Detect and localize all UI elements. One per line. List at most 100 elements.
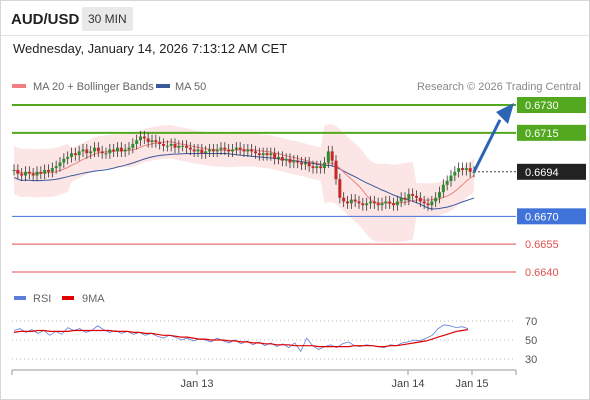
candle-body [296,160,300,163]
level-label-0.6670: 0.6670 [525,211,559,223]
candle-body [338,179,342,198]
candle-body [188,147,192,150]
candle-body [127,147,131,150]
candle-body [395,201,399,206]
candle-body [315,166,319,169]
candle-body [204,151,208,154]
candle-body [353,199,357,202]
candle-body [139,136,142,141]
candle-body [326,151,330,163]
candle-body [330,151,334,161]
candle-body [131,143,135,148]
candle-body [173,143,177,148]
candle-body [50,168,54,172]
rsi-legend-label: RSI [33,293,51,305]
candle-body [242,149,246,152]
candle-body [342,197,346,202]
candle-body [119,147,123,152]
ma9-legend-swatch [62,296,74,300]
candle-body [24,171,27,176]
candle-body [273,153,277,159]
candle-body [123,149,127,152]
candle-body [39,171,43,174]
candle-body [372,201,376,204]
candle-body [208,149,211,152]
candle-body [211,149,215,152]
candle-body [154,140,158,143]
candle-body [238,147,242,150]
candle-body [162,143,165,146]
candle-body [62,158,66,163]
candle-body [277,156,280,159]
rsi-legend-swatch [14,296,26,300]
rsi-series-RSI [13,324,469,353]
ma50-legend-swatch [156,84,170,88]
candle-body [58,162,62,167]
candle-body [426,203,430,206]
candle-body [116,147,119,152]
candle-body [269,153,273,156]
price-chart: MA 20 + Bollinger Bands MA 50 Research © 2… [11,81,586,390]
level-label-0.6640: 0.6640 [525,267,559,279]
candle-body [357,201,361,204]
candle-body [361,203,365,206]
candle-body [81,149,85,152]
candle-body [112,149,116,152]
candle-body [415,195,418,198]
candle-body [227,149,231,152]
candle-body [73,153,77,156]
ma20-legend-swatch [12,84,26,88]
ma50-legend-label: MA 50 [175,81,206,93]
candle-body [219,147,223,150]
candle-body [376,203,380,206]
candle-body [150,140,154,143]
candle-body [449,175,453,182]
candle-body [303,162,307,165]
candle-body [261,153,265,156]
candle-body [181,145,185,147]
candle-body [250,149,254,152]
candle-body [388,201,392,204]
candle-body [200,149,204,154]
candle-body [311,166,315,169]
candle-body [430,201,434,206]
candle-body [453,171,457,176]
candle-body [70,153,73,157]
candle-body [27,171,31,174]
candle-body [254,151,257,154]
candle-body [16,169,20,174]
candle-body [349,199,353,204]
candle-body [77,151,81,156]
candle-body [104,153,108,155]
candle-body [100,151,104,154]
candle-body [464,168,468,170]
source-credit: Research © 2026 Trading Central [417,81,581,93]
candle-body [468,168,472,172]
candle-body [257,153,261,156]
candle-body [441,184,445,193]
bollinger-band-area [14,124,474,243]
candle-body [54,166,58,169]
candle-body [457,168,461,172]
rsi-tick-30: 30 [525,354,537,366]
rsi-tick-70: 70 [525,316,537,328]
candle-body [323,162,326,169]
candle-body [31,173,35,176]
candle-body [411,194,415,196]
candle-body [96,147,100,152]
candle-body [196,149,200,152]
candle-body [66,156,70,159]
candle-body [47,169,50,172]
forecast-arrow-shaft [472,119,502,173]
x-tick-label: Jan 15 [455,378,488,390]
candle-body [165,145,169,147]
ma9-legend-label: 9MA [82,293,105,305]
x-tick-label: Jan 13 [180,378,213,390]
candle-body [380,203,384,206]
candle-body [93,147,96,152]
candle-body [319,166,323,169]
candle-body [43,169,47,174]
ma20-legend-label: MA 20 + Bollinger Bands [33,81,154,93]
candle-body [215,149,219,152]
candle-body [135,140,139,144]
